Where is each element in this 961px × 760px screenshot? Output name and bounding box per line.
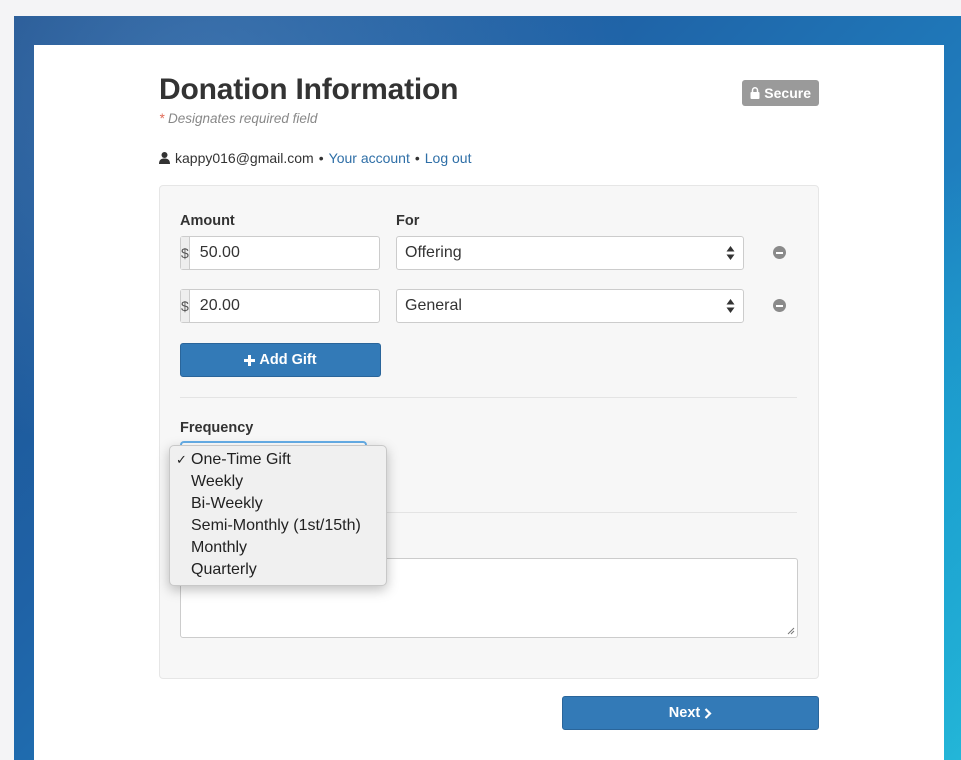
account-email: kappy016@gmail.com bbox=[175, 150, 314, 166]
amount-input-1[interactable] bbox=[189, 237, 417, 269]
required-note: * Designates required field bbox=[159, 111, 317, 126]
next-label: Next bbox=[668, 705, 701, 721]
for-label: For bbox=[396, 213, 420, 229]
frequency-option-monthly[interactable]: Monthly bbox=[170, 537, 386, 559]
secure-badge: Secure bbox=[742, 80, 819, 106]
frequency-dropdown-menu: ✓ One-Time Gift Weekly Bi-Weekly Semi-Mo… bbox=[169, 445, 387, 586]
page-title: Donation Information bbox=[159, 73, 459, 106]
amount-label: Amount bbox=[180, 213, 235, 229]
plus-icon bbox=[244, 354, 256, 366]
your-account-link[interactable]: Your account bbox=[329, 150, 410, 166]
logout-link[interactable]: Log out bbox=[425, 150, 472, 166]
chevron-right-icon bbox=[704, 707, 712, 719]
option-label: Semi-Monthly (1st/15th) bbox=[191, 517, 361, 534]
amount-group-1: $ bbox=[180, 236, 417, 270]
frequency-option-weekly[interactable]: Weekly bbox=[170, 471, 386, 493]
fund-select-1[interactable]: Offering bbox=[396, 236, 744, 270]
frequency-option-semi-monthly[interactable]: Semi-Monthly (1st/15th) bbox=[170, 515, 386, 537]
remove-gift-icon[interactable] bbox=[773, 246, 786, 259]
option-label: Quarterly bbox=[191, 561, 257, 578]
add-gift-button[interactable]: Add Gift bbox=[180, 343, 381, 377]
option-label: One-Time Gift bbox=[191, 451, 291, 468]
currency-addon: $ bbox=[181, 290, 190, 322]
fund-select-value: Offering bbox=[405, 244, 462, 261]
select-arrows-icon bbox=[726, 246, 735, 260]
checkmark-icon: ✓ bbox=[176, 452, 187, 467]
option-label: Weekly bbox=[191, 473, 244, 490]
option-label: Monthly bbox=[191, 539, 248, 556]
option-label: Bi-Weekly bbox=[191, 495, 263, 512]
lock-icon bbox=[750, 87, 760, 99]
separator: • bbox=[414, 150, 420, 166]
remove-gift-icon[interactable] bbox=[773, 299, 786, 312]
frequency-option-quarterly[interactable]: Quarterly bbox=[170, 559, 386, 581]
donation-card: Donation Information * Designates requir… bbox=[34, 45, 944, 760]
separator: • bbox=[318, 150, 324, 166]
fund-select-value: General bbox=[405, 297, 462, 314]
next-button[interactable]: Next bbox=[562, 696, 819, 730]
required-star: * bbox=[159, 111, 165, 126]
secure-label: Secure bbox=[764, 85, 811, 101]
divider bbox=[180, 397, 797, 398]
select-arrows-icon bbox=[726, 299, 735, 313]
gift-panel: Amount For $ Offering $ General bbox=[159, 185, 819, 679]
account-line: kappy016@gmail.com • Your account • Log … bbox=[159, 150, 471, 166]
currency-addon: $ bbox=[181, 237, 190, 269]
fund-select-2[interactable]: General bbox=[396, 289, 744, 323]
required-note-text: Designates required field bbox=[168, 111, 318, 126]
frequency-option-one-time[interactable]: ✓ One-Time Gift bbox=[170, 449, 386, 471]
add-gift-label: Add Gift bbox=[259, 352, 317, 368]
frequency-option-bi-weekly[interactable]: Bi-Weekly bbox=[170, 493, 386, 515]
amount-group-2: $ bbox=[180, 289, 417, 323]
amount-input-2[interactable] bbox=[189, 290, 417, 322]
resize-grip-icon[interactable] bbox=[787, 627, 795, 635]
frequency-label: Frequency bbox=[180, 420, 254, 436]
user-icon bbox=[159, 152, 170, 164]
